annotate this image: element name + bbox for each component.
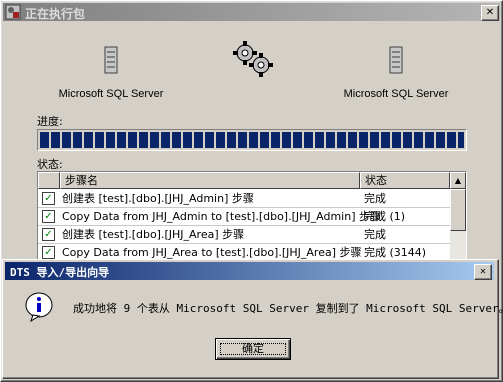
info-icon — [25, 292, 53, 322]
table-row[interactable]: ✓ 创建表 [test].[dbo].[JHJ_Area] 步骤 完成 — [38, 226, 450, 244]
header-status[interactable]: 状态 — [360, 172, 450, 189]
step-status: 完成 — [364, 192, 386, 205]
header-step-name[interactable]: 步骤名 — [60, 172, 360, 189]
step-name: 创建表 [test].[dbo].[JHJ_Area] 步骤 — [62, 228, 245, 241]
check-icon: ✓ — [42, 210, 55, 223]
vertical-scrollbar[interactable]: ▲ — [450, 172, 466, 264]
ok-button[interactable]: 确定 — [215, 338, 291, 360]
source-server-label: Microsoft SQL Server — [58, 88, 164, 100]
step-name: 创建表 [test].[dbo].[JHJ_Admin] 步骤 — [62, 192, 254, 205]
steps-list-header: 步骤名 状态 — [38, 172, 450, 189]
window-title-bar[interactable]: 正在执行包 ✕ — [3, 3, 500, 21]
database-server-icon — [104, 46, 118, 74]
header-check-col[interactable] — [38, 172, 60, 189]
check-icon: ✓ — [42, 192, 55, 205]
database-server-icon — [389, 46, 403, 74]
ok-button-label: 确定 — [242, 342, 264, 355]
scroll-up-arrow-icon[interactable]: ▲ — [450, 172, 466, 189]
app-icon — [5, 4, 21, 20]
dialog-title: DTS 导入/导出向导 — [10, 266, 110, 279]
dts-wizard-message-dialog: DTS 导入/导出向导 ✕ 成功地将 9 个表从 Microsoft SQL S… — [2, 259, 503, 379]
dialog-title-bar[interactable]: DTS 导入/导出向导 ✕ — [5, 262, 494, 280]
dest-server-label: Microsoft SQL Server — [343, 88, 449, 100]
step-name: Copy Data from JHJ_Admin to [test].[dbo]… — [62, 210, 381, 223]
close-button-inactive[interactable]: ✕ — [481, 5, 499, 21]
window-title: 正在执行包 — [25, 7, 86, 21]
progress-bar — [37, 129, 467, 151]
gears-icon — [233, 41, 273, 77]
check-icon: ✓ — [42, 228, 55, 241]
dialog-message: 成功地将 9 个表从 Microsoft SQL Server 复制到了 Mic… — [73, 302, 503, 315]
table-row[interactable]: ✓ Copy Data from JHJ_Admin to [test].[db… — [38, 208, 450, 226]
step-status: 完成 — [364, 228, 386, 241]
dest-server: Microsoft SQL Server — [341, 46, 451, 100]
check-icon: ✓ — [42, 246, 55, 259]
progress-fill — [40, 132, 464, 148]
source-server: Microsoft SQL Server — [56, 46, 166, 100]
table-row[interactable]: ✓ 创建表 [test].[dbo].[JHJ_Admin] 步骤 完成 — [38, 190, 450, 208]
status-label: 状态: — [37, 158, 63, 171]
step-status: 完成 (1) — [364, 210, 406, 223]
scroll-thumb[interactable] — [450, 189, 466, 231]
steps-list[interactable]: 步骤名 状态 ✓ 创建表 [test].[dbo].[JHJ_Admin] 步骤… — [37, 171, 467, 265]
dialog-close-button[interactable]: ✕ — [474, 264, 492, 280]
progress-label: 进度: — [37, 115, 63, 128]
